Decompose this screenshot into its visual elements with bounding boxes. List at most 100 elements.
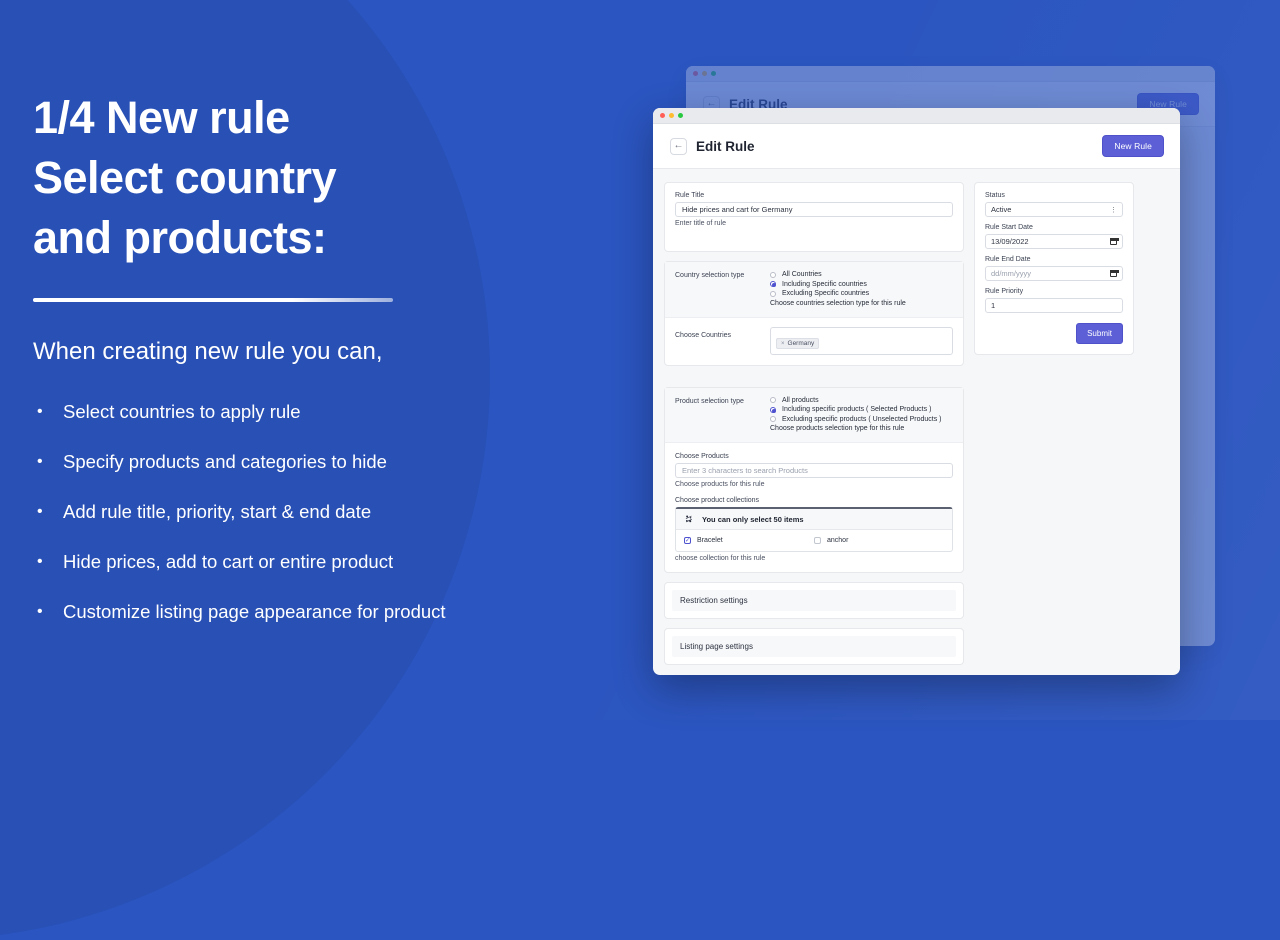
subheading: When creating new rule you can,	[33, 338, 383, 365]
radio-label: All products	[782, 396, 819, 404]
list-item-label: Specify products and categories to hide	[63, 451, 387, 472]
radio-icon	[770, 290, 776, 297]
radio-label: Excluding Specific countries	[782, 290, 870, 297]
list-item: • Add rule title, priority, start & end …	[33, 500, 593, 524]
product-selection-card: Product selection type All products Incl…	[664, 386, 964, 573]
radio-including-specific-countries[interactable]: Including Specific countries	[770, 281, 953, 288]
rule-title-help: Enter title of rule	[675, 220, 726, 227]
rule-title-input[interactable]: Hide prices and cart for Germany	[675, 202, 953, 217]
back-arrow-icon[interactable]: ←	[670, 137, 687, 155]
priority-input[interactable]: 1	[985, 298, 1123, 313]
collections-box: You can only select 50 items ✓ Bracelet …	[675, 507, 953, 552]
page-title: 1/4 New rule Select country and products…	[33, 92, 337, 263]
listing-page-settings-label: Listing page settings	[672, 636, 956, 657]
radio-including-specific-products[interactable]: Including specific products ( Selected P…	[770, 406, 953, 413]
submit-button[interactable]: Submit	[1076, 323, 1123, 344]
close-icon[interactable]	[660, 113, 665, 118]
maximize-icon[interactable]	[678, 113, 683, 118]
restriction-settings-label: Restriction settings	[672, 590, 956, 611]
bullet-icon: •	[37, 403, 43, 420]
radio-icon-selected	[770, 281, 776, 287]
choose-collections-label: Choose product collections	[675, 497, 760, 504]
minimize-icon	[702, 71, 707, 76]
collections-banner: You can only select 50 items	[676, 509, 952, 530]
checkbox-checked-icon[interactable]: ✓	[684, 537, 691, 544]
app-header: ← Edit Rule New Rule	[653, 124, 1180, 169]
priority-value: 1	[991, 301, 996, 310]
radio-excluding-specific-countries[interactable]: Excluding Specific countries	[770, 290, 953, 297]
radio-all-products[interactable]: All products	[770, 397, 953, 404]
list-item-label: Add rule title, priority, start & end da…	[63, 501, 372, 522]
country-selection-help: Choose countries selection type for this…	[770, 299, 906, 307]
radio-excluding-specific-products[interactable]: Excluding specific products ( Unselected…	[770, 416, 953, 423]
end-date-input[interactable]: dd/mm/yyyy	[985, 266, 1123, 281]
restriction-settings-section[interactable]: Restriction settings	[664, 582, 964, 619]
priority-label: Rule Priority	[985, 288, 1024, 295]
radio-icon	[770, 271, 776, 278]
collection-item-anchor[interactable]: anchor	[814, 537, 944, 544]
list-item: • Specify products and categories to hid…	[33, 450, 593, 474]
status-select[interactable]: Active ⋮	[985, 202, 1123, 217]
radio-icon-selected	[770, 406, 776, 413]
minimize-icon[interactable]	[669, 113, 674, 118]
list-item: • Customize listing page appearance for …	[33, 600, 593, 624]
product-selection-help: Choose products selection type for this …	[770, 425, 905, 432]
marketing-panel: 1/4 New rule Select country and products…	[33, 88, 593, 650]
window-titlebar	[686, 66, 1215, 82]
radio-label: Including specific products ( Selected P…	[782, 406, 932, 413]
rule-settings-card: Status Active ⋮ Rule Start Date 13/09/20…	[974, 182, 1134, 355]
close-icon	[693, 71, 698, 76]
choose-products-help: Choose products for this rule	[675, 481, 765, 488]
list-item: • Select countries to apply rule	[33, 400, 593, 424]
radio-label: All Countries	[782, 271, 822, 278]
collection-label: anchor	[827, 537, 849, 544]
country-selection-card: Country selection type All Countries Inc…	[664, 261, 964, 366]
rule-title-card: Rule Title Hide prices and cart for Germ…	[664, 182, 964, 252]
status-value: Active	[991, 205, 1012, 214]
app-window: ← Edit Rule New Rule Rule Title Hide pri…	[653, 108, 1180, 675]
bullet-icon: •	[37, 603, 43, 620]
radio-all-countries[interactable]: All Countries	[770, 271, 953, 278]
product-selection-type-label: Product selection type	[675, 397, 744, 405]
bullet-icon: •	[37, 503, 43, 520]
collection-item-bracelet[interactable]: ✓ Bracelet	[684, 537, 814, 544]
radio-label: Excluding specific products ( Unselected…	[782, 415, 942, 423]
window-titlebar	[653, 108, 1180, 124]
feature-list: • Select countries to apply rule • Speci…	[33, 400, 593, 624]
radio-icon	[770, 397, 776, 403]
radio-label: Including Specific countries	[782, 280, 867, 288]
choose-countries-label: Choose Countries	[675, 331, 732, 339]
end-date-placeholder: dd/mm/yyyy	[991, 269, 1032, 278]
new-rule-button[interactable]: New Rule	[1102, 135, 1164, 157]
radio-icon	[770, 416, 776, 422]
chevron-down-icon: ⋮	[1110, 206, 1117, 214]
maximize-icon	[711, 71, 716, 76]
country-chip-germany[interactable]: × Germany	[776, 338, 820, 349]
remove-chip-icon[interactable]: ×	[781, 341, 785, 347]
bullet-icon: •	[37, 553, 43, 570]
choose-countries-input[interactable]: × Germany	[770, 326, 953, 355]
rule-title-label: Rule Title	[675, 192, 705, 199]
start-date-input[interactable]: 13/09/2022	[985, 234, 1123, 249]
list-item-label: Hide prices, add to cart or entire produ…	[63, 551, 394, 572]
title-divider	[33, 298, 393, 302]
checkbox-icon[interactable]	[814, 537, 821, 544]
collections-help: choose collection for this rule	[675, 555, 766, 562]
calendar-icon[interactable]	[1110, 270, 1119, 277]
start-date-value: 13/09/2022	[991, 237, 1029, 246]
calendar-icon[interactable]	[1110, 238, 1119, 245]
country-selection-type-label: Country selection type	[675, 272, 745, 279]
list-item: • Hide prices, add to cart or entire pro…	[33, 550, 593, 574]
bullet-icon: •	[37, 453, 43, 470]
info-alert-icon	[685, 515, 692, 523]
collections-banner-text: You can only select 50 items	[702, 514, 804, 524]
list-item-label: Customize listing page appearance for pr…	[63, 601, 446, 622]
app-title: Edit Rule	[696, 138, 755, 154]
end-date-label: Rule End Date	[985, 256, 1031, 263]
choose-products-input[interactable]: Enter 3 characters to search Products	[675, 463, 953, 478]
listing-page-settings-section[interactable]: Listing page settings	[664, 628, 964, 665]
chip-label: Germany	[787, 340, 815, 347]
choose-products-label: Choose Products	[675, 453, 729, 460]
status-label: Status	[985, 192, 1005, 199]
start-date-label: Rule Start Date	[985, 224, 1033, 231]
